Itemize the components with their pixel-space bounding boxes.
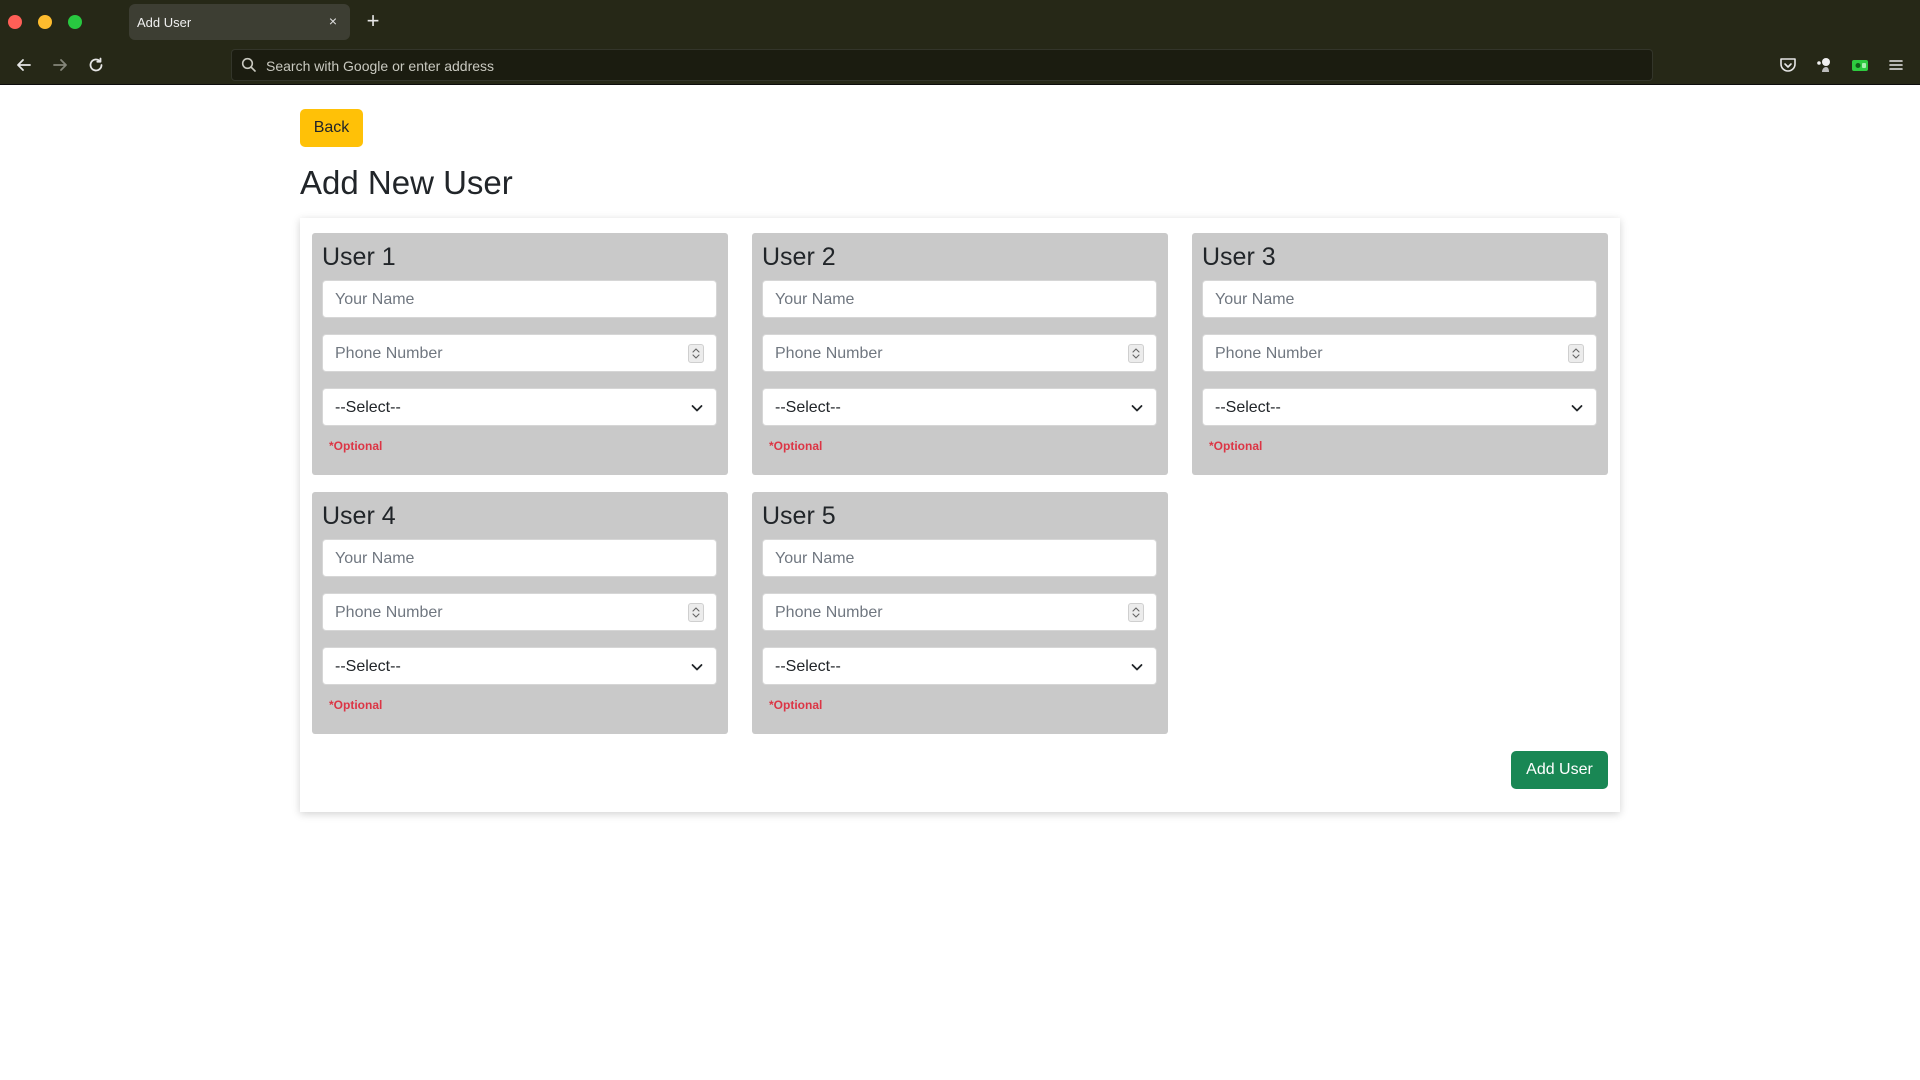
- optional-note: *Optional: [329, 439, 383, 453]
- add-user-button[interactable]: Add User: [1511, 751, 1608, 789]
- page-content: Back Add New User User 1 Your Name Phone…: [0, 86, 1920, 1080]
- forward-arrow-icon[interactable]: [47, 52, 73, 78]
- phone-placeholder: Phone Number: [335, 345, 443, 362]
- phone-input[interactable]: Phone Number: [762, 593, 1157, 631]
- new-tab-button[interactable]: +: [362, 10, 384, 32]
- phone-input[interactable]: Phone Number: [762, 334, 1157, 372]
- chevron-down-icon: [1130, 401, 1144, 415]
- browser-tab[interactable]: Add User ×: [129, 4, 350, 40]
- tab-title: Add User: [137, 15, 192, 30]
- phone-spinner-icon[interactable]: [688, 344, 704, 363]
- address-bar[interactable]: Search with Google or enter address: [231, 49, 1653, 81]
- chevron-down-icon: [690, 401, 704, 415]
- optional-note: *Optional: [769, 698, 823, 712]
- phone-placeholder: Phone Number: [775, 345, 883, 362]
- add-user-form: User 1 Your Name Phone Number --Select--…: [300, 218, 1620, 812]
- user-block-4: User 4 Your Name Phone Number --Select--…: [312, 492, 728, 734]
- role-select[interactable]: --Select--: [322, 647, 717, 685]
- user-block-5: User 5 Your Name Phone Number --Select--…: [752, 492, 1168, 734]
- phone-spinner-icon[interactable]: [1128, 603, 1144, 622]
- select-value: --Select--: [335, 658, 401, 675]
- chevron-down-icon: [690, 660, 704, 674]
- select-value: --Select--: [775, 399, 841, 416]
- phone-placeholder: Phone Number: [775, 604, 883, 621]
- hamburger-menu-icon[interactable]: [1885, 54, 1907, 76]
- browser-tab-bar: Add User × +: [0, 0, 1920, 44]
- window-minimize-dot[interactable]: [38, 15, 52, 29]
- reload-icon[interactable]: [83, 52, 109, 78]
- phone-placeholder: Phone Number: [1215, 345, 1323, 362]
- pocket-icon[interactable]: [1777, 54, 1799, 76]
- phone-input[interactable]: Phone Number: [322, 334, 717, 372]
- role-select[interactable]: --Select--: [762, 647, 1157, 685]
- role-select[interactable]: --Select--: [762, 388, 1157, 426]
- user-block-2: User 2 Your Name Phone Number --Select--…: [752, 233, 1168, 475]
- user-title: User 3: [1202, 243, 1276, 271]
- back-button[interactable]: Back: [300, 109, 363, 147]
- account-icon[interactable]: [1849, 54, 1871, 76]
- name-placeholder: Your Name: [775, 291, 855, 308]
- user-title: User 5: [762, 502, 836, 530]
- user-block-3: User 3 Your Name Phone Number --Select--…: [1192, 233, 1608, 475]
- name-input[interactable]: Your Name: [762, 280, 1157, 318]
- name-placeholder: Your Name: [1215, 291, 1295, 308]
- name-input[interactable]: Your Name: [1202, 280, 1597, 318]
- role-select[interactable]: --Select--: [322, 388, 717, 426]
- name-placeholder: Your Name: [335, 550, 415, 567]
- role-select[interactable]: --Select--: [1202, 388, 1597, 426]
- user-title: User 4: [322, 502, 396, 530]
- window-close-dot[interactable]: [8, 15, 22, 29]
- name-input[interactable]: Your Name: [762, 539, 1157, 577]
- name-placeholder: Your Name: [775, 550, 855, 567]
- optional-note: *Optional: [769, 439, 823, 453]
- phone-input[interactable]: Phone Number: [322, 593, 717, 631]
- phone-spinner-icon[interactable]: [688, 603, 704, 622]
- tab-close-icon[interactable]: ×: [324, 12, 342, 30]
- browser-nav-bar: Search with Google or enter address: [0, 44, 1920, 85]
- search-icon: [241, 57, 257, 73]
- user-block-1: User 1 Your Name Phone Number --Select--…: [312, 233, 728, 475]
- select-value: --Select--: [775, 658, 841, 675]
- phone-spinner-icon[interactable]: [1128, 344, 1144, 363]
- user-title: User 2: [762, 243, 836, 271]
- name-placeholder: Your Name: [335, 291, 415, 308]
- optional-note: *Optional: [329, 698, 383, 712]
- select-value: --Select--: [335, 399, 401, 416]
- chevron-down-icon: [1130, 660, 1144, 674]
- phone-spinner-icon[interactable]: [1568, 344, 1584, 363]
- name-input[interactable]: Your Name: [322, 280, 717, 318]
- phone-placeholder: Phone Number: [335, 604, 443, 621]
- page-title: Add New User: [300, 164, 513, 201]
- optional-note: *Optional: [1209, 439, 1263, 453]
- back-arrow-icon[interactable]: [11, 52, 37, 78]
- name-input[interactable]: Your Name: [322, 539, 717, 577]
- phone-input[interactable]: Phone Number: [1202, 334, 1597, 372]
- chevron-down-icon: [1570, 401, 1584, 415]
- select-value: --Select--: [1215, 399, 1281, 416]
- window-zoom-dot[interactable]: [68, 15, 82, 29]
- user-title: User 1: [322, 243, 396, 271]
- address-placeholder: Search with Google or enter address: [266, 58, 495, 74]
- extension-icon[interactable]: [1813, 54, 1835, 76]
